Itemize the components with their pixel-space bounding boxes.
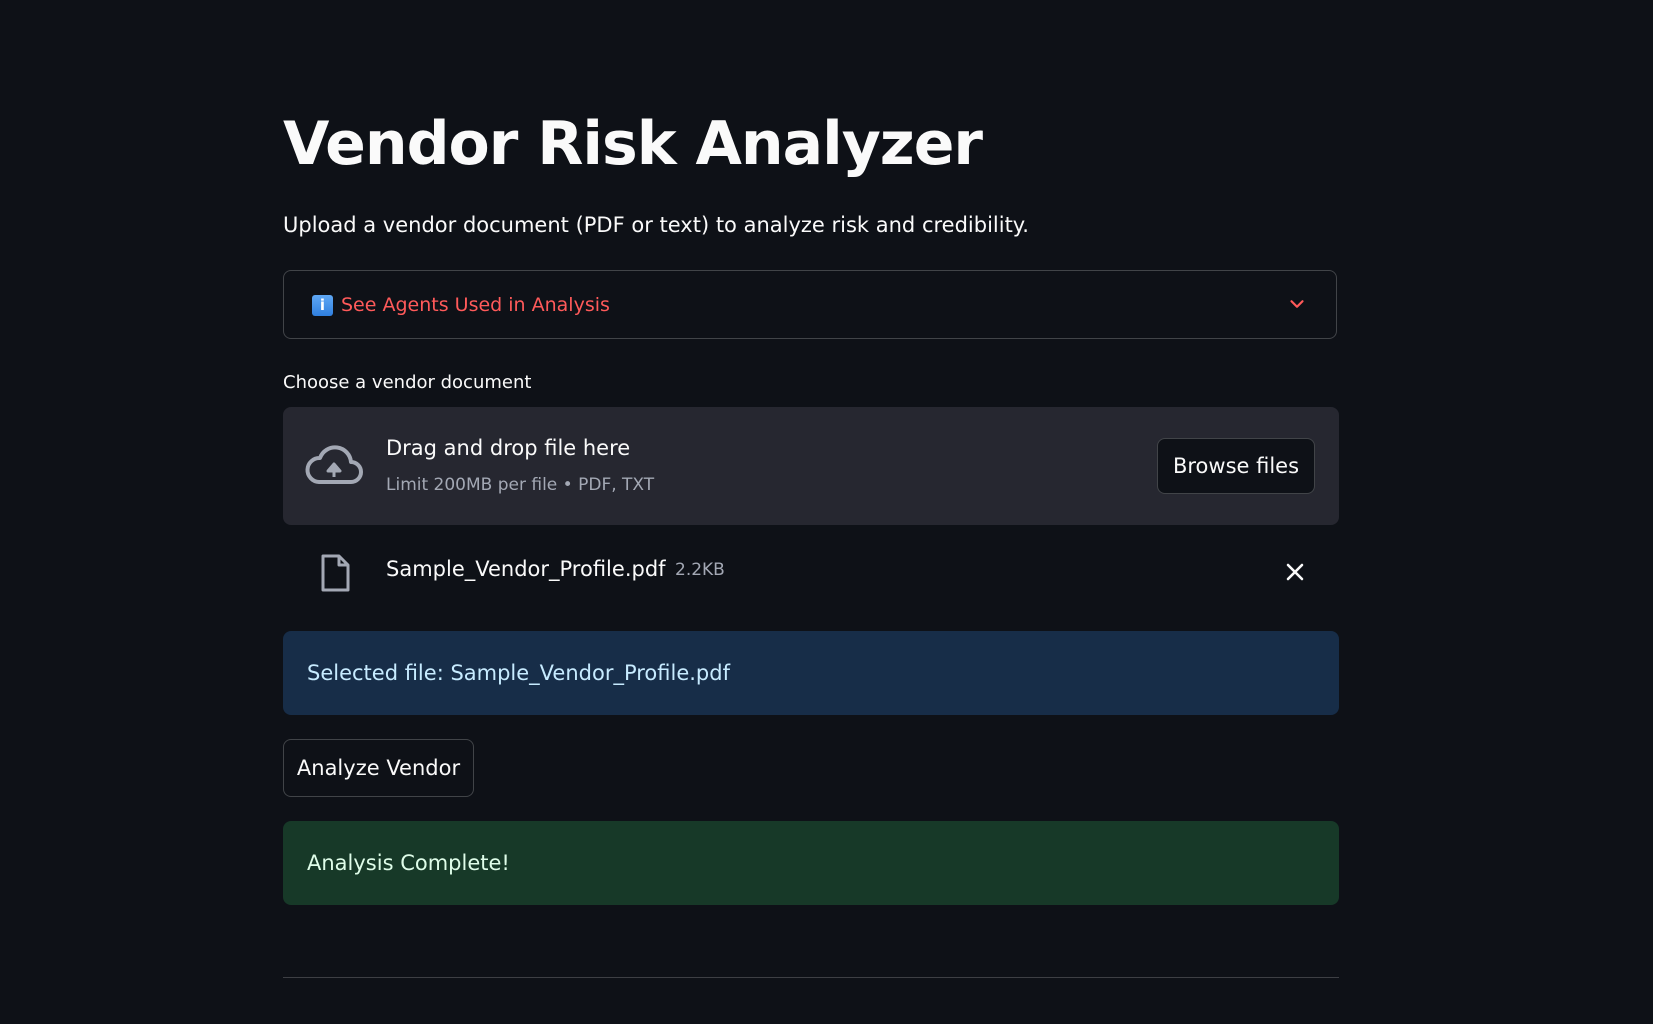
browse-files-button[interactable]: Browse files <box>1157 438 1315 494</box>
uploaded-file-name: Sample_Vendor_Profile.pdf <box>386 557 666 581</box>
uploaded-file-row: Sample_Vendor_Profile.pdf 2.2KB <box>283 540 1339 600</box>
page-subtitle: Upload a vendor document (PDF or text) t… <box>283 213 1029 237</box>
dropzone-hint: Limit 200MB per file • PDF, TXT <box>386 475 655 495</box>
page-title: Vendor Risk Analyzer <box>283 109 983 179</box>
info-icon: i <box>312 295 333 316</box>
cloud-upload-icon <box>305 445 363 484</box>
agents-expander[interactable]: i See Agents Used in Analysis <box>283 270 1337 339</box>
success-alert: Analysis Complete! <box>283 821 1339 905</box>
file-icon <box>321 554 350 592</box>
close-icon[interactable] <box>1285 562 1305 582</box>
uploaded-file-size: 2.2KB <box>675 560 725 580</box>
chevron-down-icon <box>1290 300 1304 308</box>
dropzone-title: Drag and drop file here <box>386 436 631 460</box>
selected-file-info: Selected file: Sample_Vendor_Profile.pdf <box>283 631 1339 715</box>
divider <box>283 977 1339 978</box>
uploader-label: Choose a vendor document <box>283 372 532 393</box>
expander-label: See Agents Used in Analysis <box>341 294 610 316</box>
file-dropzone[interactable]: Drag and drop file here Limit 200MB per … <box>283 407 1339 525</box>
analyze-vendor-button[interactable]: Analyze Vendor <box>283 739 474 797</box>
